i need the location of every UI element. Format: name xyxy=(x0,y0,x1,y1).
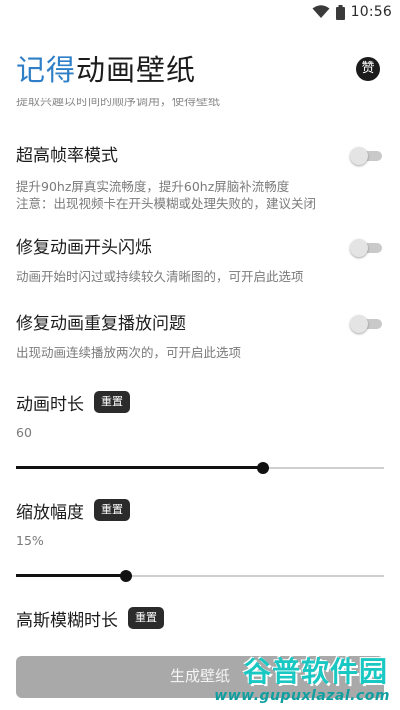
description-line: 动画开始时闪过或持续较久清晰图的，可开启此选项 xyxy=(16,269,304,284)
site-watermark: 谷普软件园 www.gupuxlazal.com xyxy=(214,650,394,708)
like-button[interactable]: 赞 xyxy=(356,57,380,81)
battery-icon xyxy=(335,4,345,20)
reset-button[interactable]: 重置 xyxy=(94,391,130,413)
reset-button[interactable]: 重置 xyxy=(94,499,130,521)
status-bar: 10:56 xyxy=(0,0,400,26)
clipped-description: 提取兴趣以时间的顺序调用，使得壁纸 xyxy=(16,98,220,109)
setting-high-framerate[interactable]: 超高帧率模式 提升90hz屏真实流畅度，提升60hz屏脑补流畅度 注意：出现视频… xyxy=(16,144,384,212)
watermark-name: 谷普软件园 xyxy=(242,655,388,688)
clipped-description-text: 提取兴趣以时间的顺序调用，使得壁纸 xyxy=(16,98,221,108)
setting-description: 出现动画连续播放两次的，可开启此选项 xyxy=(16,344,384,361)
wifi-icon xyxy=(312,5,330,19)
app-title: 记得动画壁纸 xyxy=(16,50,384,90)
slider-animation-duration: 动画时长 重置 60 xyxy=(16,389,384,474)
setting-title: 超高帧率模式 xyxy=(16,146,118,166)
slider-value: 60 xyxy=(16,425,32,440)
status-icons: 10:56 xyxy=(312,4,392,20)
setting-fix-flicker[interactable]: 修复动画开头闪烁 动画开始时闪过或持续较久清晰图的，可开启此选项 xyxy=(16,236,384,285)
status-time: 10:56 xyxy=(350,4,392,20)
like-icon: 赞 xyxy=(361,61,375,76)
slider-knob[interactable] xyxy=(256,462,269,474)
description-line: 提升90hz屏真实流畅度，提升60hz屏脑补流畅度 xyxy=(16,179,290,194)
setting-title: 修复动画开头闪烁 xyxy=(16,238,152,258)
app-header: 记得动画壁纸 赞 xyxy=(16,50,384,90)
slider-value: 15% xyxy=(16,533,44,548)
high-framerate-toggle[interactable] xyxy=(350,147,384,165)
slider-title: 动画时长 xyxy=(16,394,84,415)
fix-flicker-toggle[interactable] xyxy=(350,239,384,257)
slider-title: 缩放幅度 xyxy=(16,502,84,523)
slider-title: 高斯模糊时长 xyxy=(16,610,118,631)
description-line: 注意：出现视频卡在开头模糊或处理失败的，建议关闭 xyxy=(16,196,317,211)
watermark-url: www.gupuxlazal.com xyxy=(214,688,390,704)
zoom-amplitude-slider[interactable] xyxy=(16,569,384,583)
reset-button[interactable]: 重置 xyxy=(128,607,164,629)
description-line: 出现动画连续播放两次的，可开启此选项 xyxy=(16,345,242,360)
setting-description: 提升90hz屏真实流畅度，提升60hz屏脑补流畅度 注意：出现视频卡在开头模糊或… xyxy=(16,178,384,212)
settings-scroll-area[interactable]: 提取兴趣以时间的顺序调用，使得壁纸 超高帧率模式 提升90hz屏真实流畅度，提升… xyxy=(0,98,400,655)
setting-description: 动画开始时闪过或持续较久清晰图的，可开启此选项 xyxy=(16,268,384,285)
slider-knob[interactable] xyxy=(120,570,133,582)
animation-duration-slider[interactable] xyxy=(16,461,384,475)
app-title-rest: 动画壁纸 xyxy=(76,53,197,87)
setting-fix-repeat[interactable]: 修复动画重复播放问题 出现动画连续播放两次的，可开启此选项 xyxy=(16,312,384,361)
slider-gaussian-blur-duration: 高斯模糊时长 重置 xyxy=(16,605,384,631)
app-title-accent: 记得 xyxy=(16,53,77,87)
fix-repeat-toggle[interactable] xyxy=(350,315,384,333)
setting-title: 修复动画重复播放问题 xyxy=(16,314,186,334)
slider-zoom-amplitude: 缩放幅度 重置 15% xyxy=(16,497,384,582)
